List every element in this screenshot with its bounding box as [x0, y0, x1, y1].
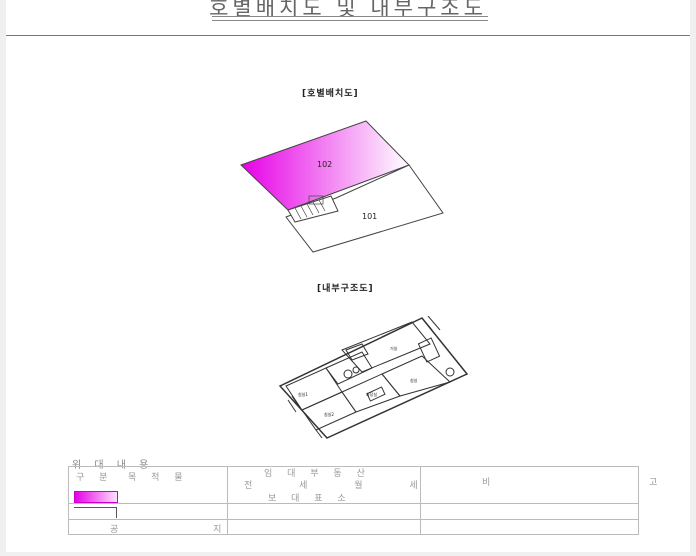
title-underline: [212, 16, 488, 17]
title-underline-2: [212, 20, 488, 21]
legend-row-land: 공 지: [110, 525, 268, 535]
room-label-c: 침실1: [298, 391, 308, 397]
page-title: 호별배치도 및 내부구조도: [209, 0, 487, 20]
room-label-a: 거실: [390, 345, 398, 351]
unit-102-label: 102: [317, 160, 332, 169]
room-label-d: 침실2: [324, 411, 334, 417]
legend-col-remarks: 비 고: [482, 478, 657, 488]
page-divider: [6, 35, 690, 36]
legend-swatch-highlight: [74, 491, 118, 503]
legend-col-object: 목 적 물: [128, 473, 189, 483]
unit-layout-plan: 102 101: [240, 120, 444, 253]
legend-swatch-outline: [74, 507, 117, 518]
interior-section-title: [내부구조도]: [317, 284, 374, 294]
room-label-e: 화장실: [366, 391, 377, 397]
document-page: 호별배치도 및 내부구조도 [호별배치도] 102 101 [내부구조도] 거실…: [6, 0, 690, 552]
interior-floor-plan: 거실 침실 침실1 침실2 화장실: [278, 316, 469, 439]
unit-101-label: 101: [362, 212, 377, 221]
room-label-b: 침실: [410, 377, 418, 383]
legend-col-property-3: 보 대 표 소: [268, 494, 352, 504]
legend-col-type: 구 분: [76, 473, 114, 483]
legend-col-property-2: 전 세 월 세: [244, 481, 440, 491]
layout-section-title: [호별배치도]: [302, 89, 359, 99]
